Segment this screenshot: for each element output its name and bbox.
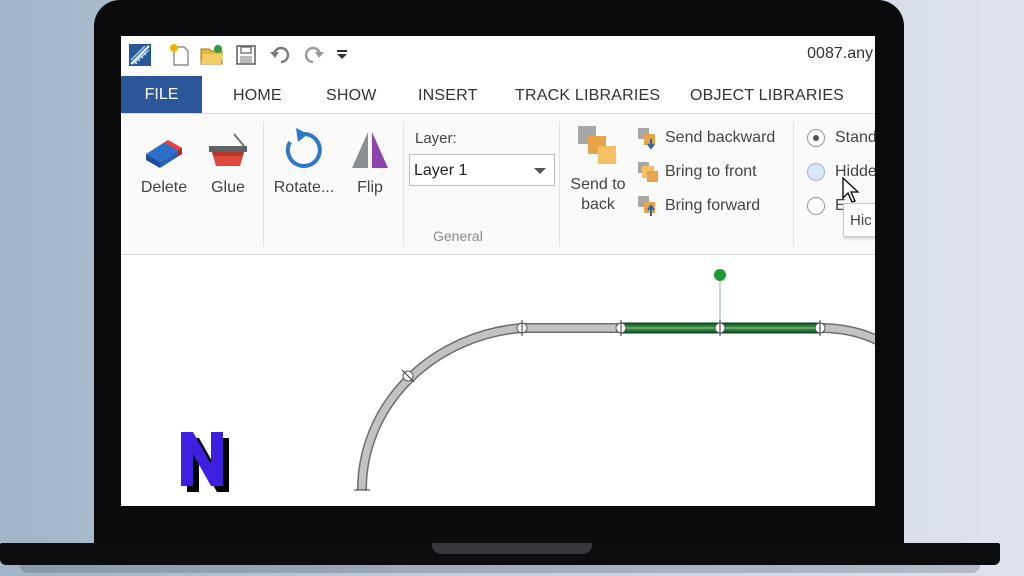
ribbon-separator <box>559 122 560 246</box>
layout-canvas[interactable] <box>121 256 875 506</box>
app-logo-icon[interactable] <box>127 42 153 68</box>
redo-icon[interactable] <box>301 42 327 68</box>
eraser-icon <box>146 140 182 168</box>
rotate-button[interactable]: Rotate... <box>269 126 339 197</box>
tab-track-libraries[interactable]: TRACK LIBRARIES <box>515 76 660 113</box>
laptop-notch <box>432 543 592 554</box>
flip-icon <box>352 132 388 168</box>
layer-label: Layer: <box>415 130 457 147</box>
flip-label: Flip <box>357 179 383 196</box>
layer-dropdown-value: Layer 1 <box>414 162 468 179</box>
tab-show[interactable]: SHOW <box>326 76 377 113</box>
rotate-label: Rotate... <box>273 179 335 196</box>
radio-e[interactable]: E <box>807 194 846 218</box>
bring-forward-icon <box>638 196 655 216</box>
save-icon[interactable] <box>233 42 259 68</box>
ribbon-separator <box>403 122 404 246</box>
radio-button[interactable] <box>807 197 825 215</box>
document-title: 0087.any <box>807 45 873 62</box>
send-backward-label: Send backward <box>665 129 776 146</box>
send-to-back-button[interactable]: Send to back <box>563 124 633 215</box>
radio-hidden[interactable]: Hidde <box>807 160 875 184</box>
delete-button[interactable]: Delete <box>133 126 195 197</box>
send-to-back-label-line1: Send to <box>570 176 626 193</box>
radio-button[interactable] <box>807 163 825 181</box>
ribbon-separator <box>263 122 264 246</box>
send-to-back-icon <box>578 126 616 164</box>
flip-button[interactable]: Flip <box>343 126 397 197</box>
laptop-base-shadow <box>20 565 980 573</box>
send-to-back-label-line2: back <box>581 196 615 213</box>
tab-object-libraries[interactable]: OBJECT LIBRARIES <box>690 76 844 113</box>
new-file-icon[interactable] <box>167 42 193 68</box>
radio-standard-label: Stand <box>835 129 875 146</box>
tab-home[interactable]: HOME <box>233 76 282 113</box>
ribbon-separator <box>793 122 794 246</box>
glue-basket-icon <box>209 133 247 166</box>
undo-icon[interactable] <box>267 42 293 68</box>
tab-file[interactable]: FILE <box>121 76 202 113</box>
n-logo <box>181 432 229 492</box>
app-window: 0087.any FILE HOME SHOW INSERT TRACK LIB… <box>121 36 875 506</box>
tooltip-text: Hic <box>850 212 872 229</box>
send-backward-button[interactable]: Send backward <box>637 127 775 149</box>
bring-to-front-button[interactable]: Bring to front <box>637 161 757 183</box>
radio-standard[interactable]: Stand <box>807 126 875 150</box>
general-group-label: General <box>433 228 483 244</box>
track-layout-drawing <box>181 269 875 492</box>
tab-insert[interactable]: INSERT <box>418 76 478 113</box>
bring-forward-button[interactable]: Bring forward <box>637 195 760 217</box>
mouse-cursor-icon <box>842 177 860 203</box>
delete-label: Delete <box>140 179 188 196</box>
customize-dropdown-icon[interactable] <box>329 42 355 68</box>
tooltip: Hic <box>843 203 875 237</box>
bring-to-front-label: Bring to front <box>665 163 757 180</box>
ribbon-panel: Delete Glue Rotate... Flip Layer: Layer … <box>121 113 875 255</box>
bring-forward-label: Bring forward <box>665 197 761 214</box>
chevron-down-icon <box>534 168 546 174</box>
open-folder-icon[interactable] <box>199 42 225 68</box>
glue-button[interactable]: Glue <box>201 126 255 197</box>
bring-to-front-icon <box>638 162 658 182</box>
glue-label: Glue <box>211 179 245 196</box>
quick-access-toolbar: 0087.any <box>121 36 875 76</box>
send-backward-icon <box>638 128 655 149</box>
layer-dropdown[interactable]: Layer 1 <box>409 154 555 186</box>
ribbon-tabs: FILE HOME SHOW INSERT TRACK LIBRARIES OB… <box>121 76 875 113</box>
rotate-icon <box>285 128 322 168</box>
radio-button[interactable] <box>807 129 825 147</box>
rotation-handle <box>714 269 726 281</box>
